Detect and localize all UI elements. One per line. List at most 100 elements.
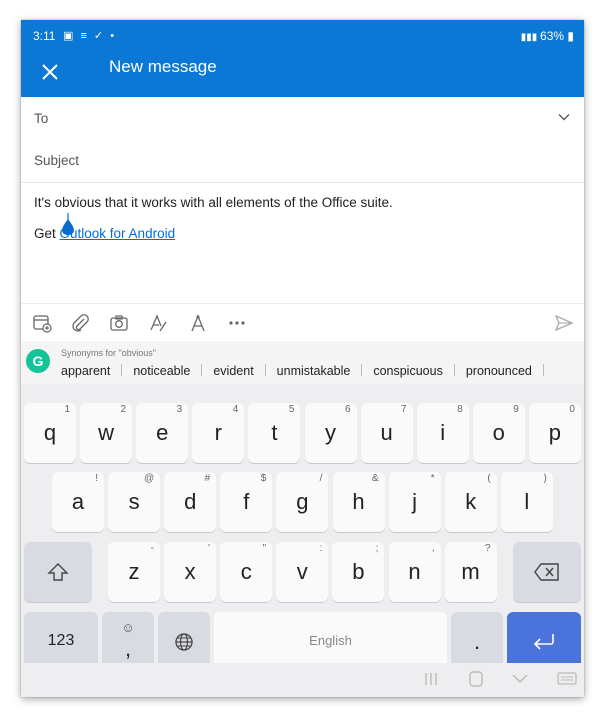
key-label: f [243,489,250,514]
draw-icon[interactable] [188,313,208,333]
battery-percent: 63% [540,29,565,43]
key-e[interactable]: 3e [136,403,189,463]
key-hint: 8 [457,404,463,415]
key-j[interactable]: * j [388,472,441,532]
key-hint: - [150,543,154,554]
key-label: v [296,559,308,584]
key-hint: 1 [64,404,70,415]
suggestion-item[interactable]: evident [213,364,253,378]
key-s[interactable]: @ s [108,472,161,532]
backspace-key[interactable] [513,542,581,602]
key-h[interactable]: & h [332,472,385,532]
key-label: n [408,559,421,584]
key-hint: @ [143,473,155,484]
key-w[interactable]: 2w [80,403,133,463]
cursor-handle-icon[interactable] [60,213,76,237]
numbers-key-label: 123 [47,632,75,649]
key-label: o [492,420,505,445]
camera-icon[interactable] [109,313,129,333]
key-g[interactable]: / g [276,472,329,532]
key-label: g [296,489,309,514]
key-m[interactable]: ? m [444,542,497,602]
suggestion-item[interactable]: pronounced [466,364,532,378]
key-hint: 3 [176,404,183,415]
key-q[interactable]: 1q [24,403,76,463]
divider [453,364,455,376]
key-i[interactable]: 8i [416,403,469,463]
key-r[interactable]: 4r [192,403,245,463]
key-hint: & [371,473,379,484]
key-hint: 4 [232,404,239,415]
suggestion-item[interactable]: conspicuous [373,364,443,378]
key-label: k [465,489,477,514]
status-time: 3:11 [33,29,56,43]
key-c[interactable]: " c [220,542,273,602]
signature-prefix: Get [34,226,60,241]
key-label: r [214,420,222,445]
calendar-add-icon[interactable] [32,313,52,333]
send-icon[interactable] [554,313,574,333]
format-text-icon[interactable] [148,313,168,333]
page-title: New message [109,57,217,76]
suggestion-item[interactable]: unmistakable [277,364,351,378]
key-label: w [98,420,115,445]
key-k[interactable]: (k [444,472,497,532]
emoji-icon: ☺ [121,620,135,635]
signature: Get Outlook for Android [34,226,175,241]
key-x[interactable]: ' x [164,542,217,602]
shift-key[interactable] [24,542,92,602]
subject-field[interactable]: Subject [21,138,584,183]
to-field[interactable]: To [21,97,584,139]
divider [201,364,203,376]
key-z[interactable]: -z [108,542,160,602]
key-a[interactable]: ! a [52,472,104,532]
suggestion-title: Synonyms for "obvious" [61,348,156,358]
suggestion-item[interactable]: apparent [61,364,110,378]
key-hint: / [319,473,323,484]
signal-icon: ▮▮▮ [520,32,541,43]
key-hint: 6 [344,404,351,415]
key-hint: : [319,543,323,554]
synonym-suggestion-bar: G Synonyms for "obvious" apparent noticea… [21,341,584,384]
close-button[interactable] [39,61,61,83]
recent-apps-icon[interactable] [421,671,441,687]
backspace-icon [534,563,559,581]
key-hint: 5 [288,404,295,415]
attachment-icon[interactable] [70,313,90,333]
key-t[interactable]: 5t [248,403,301,463]
key-f[interactable]: $ f [220,472,273,532]
key-l[interactable]: ) l [500,472,553,532]
suggestion-item[interactable]: noticeable [133,364,190,378]
key-v[interactable]: :v [276,542,329,602]
to-label: To [34,111,49,126]
key-hint: 0 [569,404,575,415]
period-key-label: . [473,629,481,654]
chevron-down-icon[interactable] [558,111,570,123]
key-u[interactable]: 7u [360,403,413,463]
grammarly-icon[interactable]: G [26,349,50,373]
key-label: u [380,420,393,445]
keyboard-hide-icon[interactable] [557,671,577,687]
key-hint: * [430,473,435,484]
body-text[interactable]: It's obvious that it works with all elem… [34,195,393,210]
key-hint: 9 [513,404,519,415]
more-options-icon[interactable] [227,313,247,333]
space-key-label: English [309,633,352,648]
key-d[interactable]: # d [164,472,217,532]
divider [361,364,363,376]
key-p[interactable]: 0p [528,403,581,463]
home-icon[interactable] [466,671,486,687]
status-icons: ▣ ≡ ✓ • [63,30,117,42]
key-hint: ! [95,473,98,484]
subject-label: Subject [34,153,80,168]
system-nav-bar [21,663,584,697]
outlook-android-link[interactable]: Outlook for Android [60,226,176,241]
key-y[interactable]: 6y [304,403,357,463]
back-chevron-icon[interactable] [510,671,530,687]
message-body[interactable]: It's obvious that it works with all elem… [21,182,584,302]
key-n[interactable]: ,n [388,542,441,602]
key-o[interactable]: 9o [472,403,525,463]
suggestion-list: apparent noticeable evident unmistakable con… [61,364,555,378]
key-hint: ) [543,473,547,484]
key-b[interactable]: ; b [332,542,385,602]
